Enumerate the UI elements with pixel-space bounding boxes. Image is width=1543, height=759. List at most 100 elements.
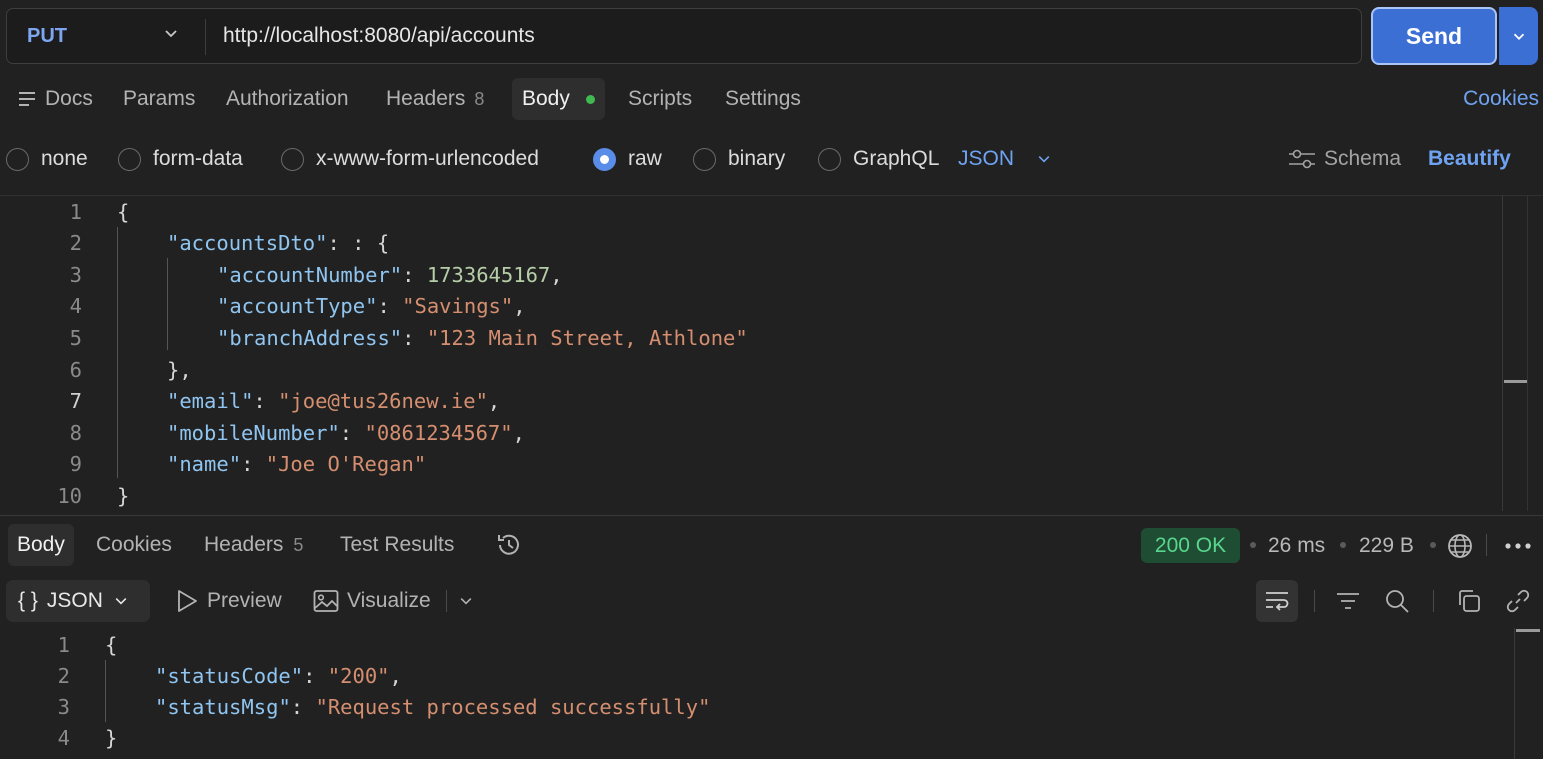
headers-count: 5 xyxy=(293,534,304,555)
send-options-button[interactable] xyxy=(1499,7,1538,65)
json-key: statusCode xyxy=(167,663,291,688)
json-colon: : xyxy=(402,325,427,350)
indent-guide xyxy=(105,660,106,722)
response-toolbar: { } JSON Preview Visualize xyxy=(0,580,1543,622)
line-number: 4 xyxy=(69,294,82,319)
tab-scripts[interactable]: Scripts xyxy=(628,78,692,120)
code-line: 9 "name": "Joe O'Regan" xyxy=(0,449,427,480)
response-size[interactable]: 229 B xyxy=(1359,528,1414,563)
radio-raw[interactable]: raw xyxy=(593,138,662,180)
code-line: 7 "email": "joe@tus26new.ie", xyxy=(0,386,501,417)
json-colon: : xyxy=(402,262,427,287)
code-content: "statusMsg": "Request processed successf… xyxy=(155,695,710,719)
response-tab-body[interactable]: Body xyxy=(8,524,74,566)
beautify-button[interactable]: Beautify xyxy=(1428,138,1511,180)
raw-format-select[interactable]: JSON xyxy=(958,138,1052,180)
send-button[interactable]: Send xyxy=(1371,7,1497,65)
divider xyxy=(1527,195,1528,511)
sliders-icon xyxy=(1289,149,1315,169)
scrollbar-thumb[interactable] xyxy=(1504,380,1528,383)
json-string: 123 Main Street, Athlone xyxy=(439,325,736,350)
json-quote: " xyxy=(315,695,328,720)
play-icon xyxy=(178,590,197,612)
json-quote: " xyxy=(217,294,230,319)
radio-form-data[interactable]: form-data xyxy=(118,138,243,180)
tab-settings[interactable]: Settings xyxy=(725,78,801,120)
scrollbar-track xyxy=(1502,195,1503,511)
json-quote: " xyxy=(389,262,403,287)
response-tab-headers[interactable]: Headers 5 xyxy=(204,524,303,566)
json-punct: }, xyxy=(167,357,192,382)
json-quote: " xyxy=(228,452,242,477)
search-icon[interactable] xyxy=(1376,580,1418,622)
history-icon[interactable] xyxy=(494,524,524,566)
radio-none[interactable]: none xyxy=(6,138,88,180)
separator-dot xyxy=(1340,542,1346,548)
code-line: 3 "statusMsg": "Request processed success… xyxy=(0,692,711,723)
link-icon[interactable] xyxy=(1497,580,1539,622)
json-key: accountNumber xyxy=(229,262,390,287)
method-select[interactable]: PUT xyxy=(7,9,203,63)
code-line: 8 "mobileNumber": "0861234567", xyxy=(0,417,525,448)
visualize-options-dropdown[interactable] xyxy=(458,580,482,622)
response-tab-test-results[interactable]: Test Results xyxy=(340,524,454,566)
radio-urlencoded[interactable]: x-www-form-urlencoded xyxy=(281,138,539,180)
json-punct: , xyxy=(513,294,526,319)
image-icon xyxy=(313,590,339,612)
code-line: 3 "accountNumber": 1733645167, xyxy=(0,259,563,290)
schema-button[interactable]: Schema xyxy=(1288,138,1401,180)
response-format-select[interactable]: { } JSON xyxy=(6,580,150,622)
json-key: accountType xyxy=(229,294,366,319)
response-tab-cookies[interactable]: Cookies xyxy=(96,524,172,566)
status-badge[interactable]: 200 OK xyxy=(1141,528,1240,563)
divider xyxy=(205,19,206,55)
url-input[interactable]: http://localhost:8080/api/accounts xyxy=(223,9,535,63)
json-colon: : xyxy=(241,452,266,477)
json-quote: " xyxy=(500,420,513,445)
format-label: JSON xyxy=(958,147,1015,170)
line-number: 2 xyxy=(57,663,70,688)
tab-docs[interactable]: Docs xyxy=(18,78,93,120)
scrollbar-thumb[interactable] xyxy=(1516,629,1540,632)
json-punct: } xyxy=(117,483,130,508)
filter-icon[interactable] xyxy=(1327,580,1369,622)
radio-label: x-www-form-urlencoded xyxy=(316,147,539,170)
docs-icon xyxy=(19,92,35,106)
tab-body[interactable]: Body xyxy=(512,78,605,120)
cookies-link[interactable]: Cookies xyxy=(1463,78,1539,120)
tab-authorization[interactable]: Authorization xyxy=(226,78,349,120)
wrap-lines-icon[interactable] xyxy=(1256,580,1298,622)
globe-icon[interactable] xyxy=(1447,528,1473,563)
code-line: 4} xyxy=(0,723,118,754)
response-time[interactable]: 26 ms xyxy=(1268,528,1325,563)
json-quote: " xyxy=(327,663,341,688)
json-key: branchAddress xyxy=(229,325,390,350)
line-number: 1 xyxy=(69,199,82,224)
preview-button[interactable]: Preview xyxy=(175,580,282,622)
json-punct: } xyxy=(105,726,118,751)
request-body-editor[interactable]: 1{2 "accountsDto": : {3 "accountNumber": 1… xyxy=(0,195,1543,511)
radio-binary[interactable]: binary xyxy=(693,138,785,180)
visualize-button[interactable]: Visualize xyxy=(313,580,431,622)
json-quote: " xyxy=(315,231,328,256)
chevron-down-icon xyxy=(165,30,177,38)
code-line: 2 "accountsDto": : { xyxy=(0,228,390,259)
tab-label: Docs xyxy=(45,87,93,110)
line-number: 10 xyxy=(57,483,82,508)
code-content: "statusCode": "200", xyxy=(155,664,402,688)
panel-splitter[interactable] xyxy=(0,515,1543,516)
tab-params[interactable]: Params xyxy=(123,78,195,120)
json-quote: " xyxy=(167,231,180,256)
request-url-bar: PUT http://localhost:8080/api/accounts xyxy=(6,8,1362,64)
copy-icon[interactable] xyxy=(1448,580,1490,622)
tab-headers[interactable]: Headers 8 xyxy=(386,78,484,120)
tab-label: Headers xyxy=(386,87,466,110)
separator-dot xyxy=(1250,542,1256,548)
json-quote: " xyxy=(278,695,291,720)
radio-graphql[interactable]: GraphQL xyxy=(818,138,939,180)
more-options-icon[interactable] xyxy=(1504,528,1532,563)
json-key: email xyxy=(179,389,242,414)
divider xyxy=(1486,534,1487,556)
response-body-viewer[interactable]: 1{2 "statusCode": "200", 3 "statusMsg": "Re… xyxy=(0,628,1543,759)
chevron-down-icon xyxy=(1038,156,1050,163)
